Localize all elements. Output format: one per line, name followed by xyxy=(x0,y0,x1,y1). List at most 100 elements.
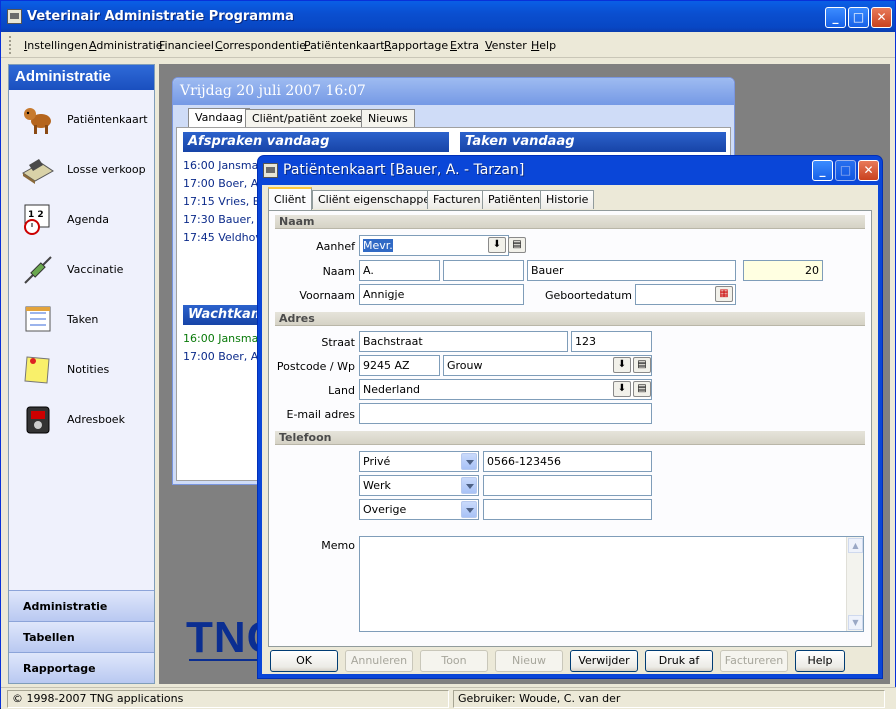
phone-number-field[interactable] xyxy=(483,499,652,520)
sidebar-item-adresboek[interactable]: Adresboek xyxy=(17,399,152,439)
sidebar-item-label: Vaccinatie xyxy=(67,263,124,276)
phone-number-field[interactable] xyxy=(483,475,652,496)
app-icon xyxy=(7,9,22,24)
label-memo: Memo xyxy=(321,539,355,552)
tab-historie[interactable]: Historie xyxy=(540,190,595,209)
download-icon[interactable]: ⬇ xyxy=(613,381,631,397)
patient-card-titlebar[interactable]: Patiëntenkaart [Bauer, A. - Tarzan] _ □ … xyxy=(258,156,882,185)
tab-patienten[interactable]: Patiënten xyxy=(482,190,547,209)
phone-type-select[interactable]: Privé xyxy=(359,451,479,472)
menu-administratie[interactable]: Administratie xyxy=(89,39,163,52)
phone-type-select[interactable]: Werk xyxy=(359,475,479,496)
initials-field[interactable]: A. xyxy=(359,260,440,281)
email-field[interactable] xyxy=(359,403,652,424)
today-date-header[interactable]: Vrijdag 20 juli 2007 16:07 xyxy=(173,78,734,105)
patient-card-app-icon xyxy=(263,163,278,178)
menubar-grip[interactable] xyxy=(9,36,12,54)
appointment-item[interactable]: 17:30 Bauer, A. xyxy=(183,213,269,226)
tab-vandaag[interactable]: Vandaag xyxy=(188,108,250,127)
label-voornaam: Voornaam xyxy=(299,289,355,302)
appointment-item[interactable]: 17:45 Veldhove xyxy=(183,231,269,244)
cash-register-icon xyxy=(22,159,54,184)
main-titlebar[interactable]: Veterinair Administratie Programma _ □ ✕ xyxy=(1,1,895,32)
ok-button[interactable]: OK xyxy=(270,650,338,672)
patient-card-body: Cliënt Cliënt eigenschappen Facturen Pat… xyxy=(262,185,878,674)
label-geboortedatum: Geboortedatum xyxy=(544,289,632,302)
appointment-item[interactable]: 16:00 Jansma, xyxy=(183,159,262,172)
status-copyright: © 1998-2007 TNG applications xyxy=(7,690,449,708)
sidebar-item-label: Losse verkoop xyxy=(67,163,146,176)
factureren-button[interactable]: Factureren xyxy=(720,650,788,672)
client-panel: Naam Aanhef Mevr. ⬇ ▤ Naam A. Bauer 20 V… xyxy=(268,210,872,647)
aanhef-select[interactable]: Mevr. xyxy=(359,235,509,256)
postcode-field[interactable]: 9245 AZ xyxy=(359,355,440,376)
sidebar-item-notities[interactable]: Notities xyxy=(17,349,152,389)
menu-instellingen[interactable]: Instellingen xyxy=(24,39,88,52)
tussenvoegsel-field[interactable] xyxy=(443,260,524,281)
group-adres: Adres xyxy=(275,312,865,326)
tasks-header: Taken vandaag xyxy=(460,132,726,152)
menu-financieel[interactable]: Financieel xyxy=(159,39,214,52)
patient-card-title: Patiëntenkaart [Bauer, A. - Tarzan] xyxy=(283,162,525,178)
address-book-icon xyxy=(26,406,50,434)
minimize-button[interactable]: _ xyxy=(825,7,846,28)
menu-help[interactable]: Help xyxy=(531,39,556,52)
huisnummer-field[interactable]: 123 xyxy=(571,331,652,352)
sidebar: Administratie Patiëntenkaart Losse verko… xyxy=(8,64,155,684)
cards-icon[interactable]: ▤ xyxy=(508,237,526,253)
client-number-field: 20 xyxy=(743,260,823,281)
menu-patientenkaart[interactable]: Patiëntenkaart xyxy=(304,39,385,52)
download-icon[interactable]: ⬇ xyxy=(488,237,506,253)
download-icon[interactable]: ⬇ xyxy=(613,357,631,373)
chevron-down-icon[interactable] xyxy=(461,453,477,470)
sidebar-item-losse-verkoop[interactable]: Losse verkoop xyxy=(17,149,152,189)
help-button[interactable]: Help xyxy=(795,650,845,672)
phone-type-select[interactable]: Overige xyxy=(359,499,479,520)
waiting-item[interactable]: 16:00 Jansma, xyxy=(183,332,262,345)
sidebar-footer-tabellen[interactable]: Tabellen xyxy=(9,621,154,652)
phone-number-field[interactable]: 0566-123456 xyxy=(483,451,652,472)
tab-client-eigenschappen[interactable]: Cliënt eigenschappen xyxy=(312,190,444,209)
maximize-button[interactable]: □ xyxy=(848,7,869,28)
verwijder-button[interactable]: Verwijder xyxy=(570,650,638,672)
toon-button[interactable]: Toon xyxy=(420,650,488,672)
task-list-icon xyxy=(25,306,51,332)
sidebar-item-patientenkaart[interactable]: Patiëntenkaart xyxy=(17,99,152,139)
menu-correspondentie[interactable]: Correspondentie xyxy=(215,39,306,52)
menu-extra[interactable]: Extra xyxy=(450,39,479,52)
memo-scrollbar[interactable]: ▲ ▼ xyxy=(846,537,863,631)
patient-minimize-button[interactable]: _ xyxy=(812,160,833,181)
sidebar-item-label: Notities xyxy=(67,363,110,376)
sidebar-item-agenda[interactable]: 1 2 Agenda xyxy=(17,199,152,239)
voornaam-field[interactable]: Annigje xyxy=(359,284,524,305)
achternaam-field[interactable]: Bauer xyxy=(527,260,736,281)
menu-venster[interactable]: Venster xyxy=(485,39,527,52)
nieuw-button[interactable]: Nieuw xyxy=(495,650,563,672)
main-window: Veterinair Administratie Programma _ □ ✕… xyxy=(0,0,896,709)
sidebar-footer-administratie[interactable]: Administratie xyxy=(9,590,154,621)
scroll-down-icon[interactable]: ▼ xyxy=(848,615,863,630)
tab-client-zoeken[interactable]: Cliënt/patiënt zoeken xyxy=(245,109,377,127)
menu-rapportage[interactable]: Rapportage xyxy=(384,39,448,52)
straat-field[interactable]: Bachstraat xyxy=(359,331,568,352)
tab-nieuws[interactable]: Nieuws xyxy=(361,109,415,127)
chevron-down-icon[interactable] xyxy=(461,501,477,518)
land-select[interactable]: Nederland xyxy=(359,379,652,400)
close-button[interactable]: ✕ xyxy=(871,7,892,28)
annuleren-button[interactable]: Annuleren xyxy=(345,650,413,672)
sidebar-footer-rapportage[interactable]: Rapportage xyxy=(9,652,154,683)
druk-af-button[interactable]: Druk af xyxy=(645,650,713,672)
chevron-down-icon[interactable] xyxy=(461,477,477,494)
sidebar-item-taken[interactable]: Taken xyxy=(17,299,152,339)
calendar-icon[interactable]: ▦ xyxy=(715,286,733,302)
sidebar-item-vaccinatie[interactable]: Vaccinatie xyxy=(17,249,152,289)
tab-client[interactable]: Cliënt xyxy=(268,187,312,210)
patient-maximize-button[interactable]: □ xyxy=(835,160,856,181)
cards-icon[interactable]: ▤ xyxy=(633,357,651,373)
svg-text:1 2: 1 2 xyxy=(28,210,44,220)
memo-field[interactable]: ▲ ▼ xyxy=(359,536,864,632)
cards-icon[interactable]: ▤ xyxy=(633,381,651,397)
tab-facturen[interactable]: Facturen xyxy=(427,190,487,209)
scroll-up-icon[interactable]: ▲ xyxy=(848,538,863,553)
patient-close-button[interactable]: ✕ xyxy=(858,160,879,181)
